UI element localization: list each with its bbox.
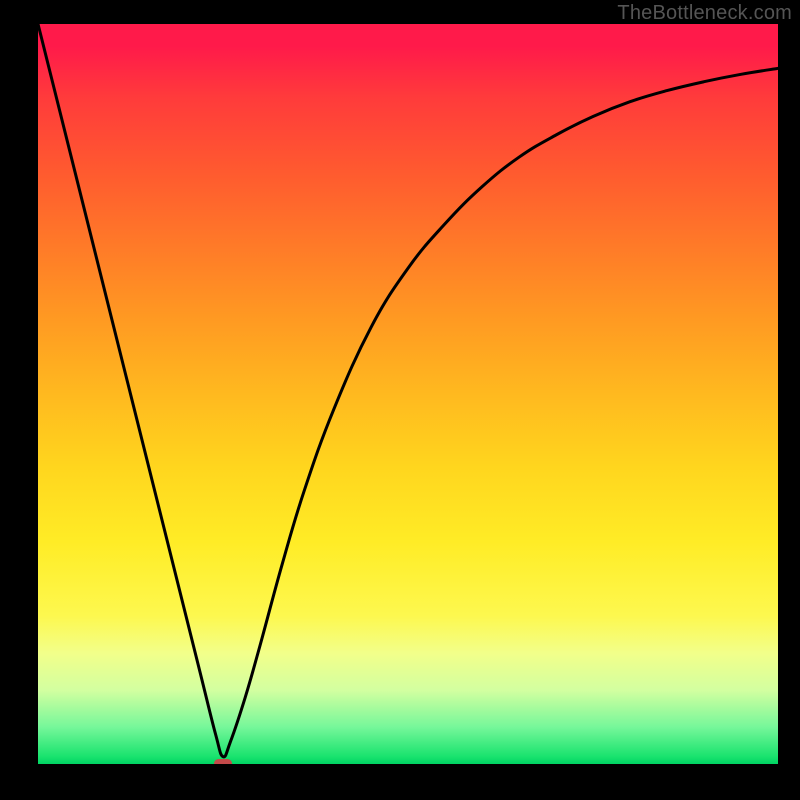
- curve-path: [38, 24, 778, 757]
- chart-frame: TheBottleneck.com: [0, 0, 800, 800]
- bottleneck-curve: [38, 24, 778, 764]
- plot-area: [38, 24, 778, 764]
- watermark-text: TheBottleneck.com: [617, 2, 792, 25]
- dip-marker: [214, 759, 232, 764]
